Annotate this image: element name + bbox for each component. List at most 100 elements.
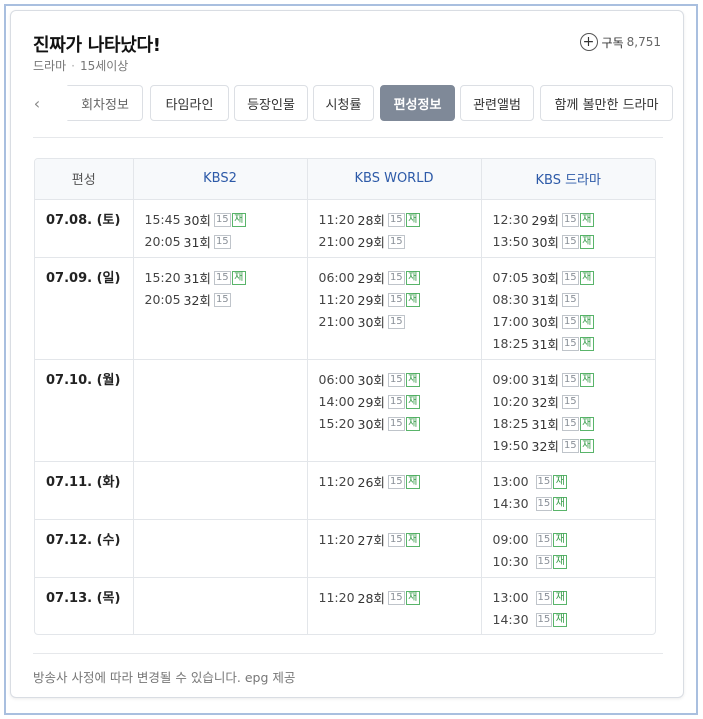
tab-ratings[interactable]: 시청률: [313, 85, 374, 121]
chevron-left-icon[interactable]: ‹: [29, 85, 45, 121]
broadcast-slot[interactable]: 13:50 30회 15 재: [493, 231, 656, 253]
age-rating-badge: 15: [535, 612, 553, 627]
broadcast-slot[interactable]: 12:30 29회 15 재: [493, 209, 656, 231]
broadcast-slot[interactable]: 09:00 15 재: [493, 529, 656, 551]
broadcast-slot[interactable]: 14:30 15 재: [493, 609, 656, 631]
program-card: 진짜가 나타났다! 드라마 · 15세이상 + 구독 8,751 ‹ 회차정보 타임…: [10, 10, 684, 698]
broadcast-slot[interactable]: 09:00 31회 15 재: [493, 369, 656, 391]
tab-timeline[interactable]: 타임라인: [150, 85, 229, 121]
broadcast-slot[interactable]: 15:20 30회 15 재: [319, 413, 481, 435]
tab-cast[interactable]: 등장인물: [234, 85, 308, 121]
broadcast-slot[interactable]: 18:25 31회 15 재: [493, 413, 656, 435]
schedule-cell: 06:00 30회 15 재 14:00 29회 15 재 15:20 30회 15 재: [306, 358, 481, 461]
tab-albums[interactable]: 관련앨범: [460, 85, 534, 121]
broadcast-slot[interactable]: 11:20 26회 15 재: [319, 471, 481, 493]
episode-number: 31회: [531, 373, 559, 388]
broadcast-slot[interactable]: 20:05 32회 15: [145, 289, 307, 311]
schedule-cell: 06:00 29회 15 재 11:20 29회 15 재 21:00 30회 15: [306, 256, 481, 359]
age-rating-badge: 15: [535, 590, 553, 605]
tab-episode-info[interactable]: 회차정보: [67, 85, 143, 121]
broadcast-slot[interactable]: 19:50 32회 15 재: [493, 435, 656, 457]
schedule-cell: 11:20 27회 15 재: [306, 518, 481, 577]
schedule-date: 07.08. (토): [35, 198, 133, 257]
broadcast-time: 19:50: [492, 438, 529, 453]
schedule-cell: 09:00 31회 15 재 10:20 32회 15 18:25 31회 15 재 19:50 32회…: [480, 358, 656, 461]
broadcast-time: 14:30: [492, 496, 529, 511]
broadcast-time: 09:00: [492, 372, 529, 387]
tab-schedule[interactable]: 편성정보: [380, 85, 455, 121]
broadcast-slot[interactable]: 15:45 30회 15 재: [145, 209, 307, 231]
broadcast-slot[interactable]: 14:00 29회 15 재: [319, 391, 481, 413]
broadcast-slot[interactable]: 10:30 15 재: [493, 551, 656, 573]
age-rating-badge: 15: [387, 532, 405, 547]
broadcast-slot[interactable]: 14:30 15 재: [493, 493, 656, 515]
age-rating-badge: 15: [387, 416, 405, 431]
rerun-badge: 재: [553, 474, 568, 489]
schedule-row: 07.11. (화) 11:20 26회 15 재 13:00 15 재 14:30 15 재: [35, 460, 656, 519]
age-rating-badge: 15: [561, 212, 579, 227]
broadcast-time: 13:50: [492, 234, 529, 249]
broadcast-slot[interactable]: 21:00 30회 15: [319, 311, 481, 333]
page-title: 진짜가 나타났다!: [33, 35, 161, 56]
broadcast-slot[interactable]: 11:20 28회 15 재: [319, 209, 481, 231]
broadcast-slot[interactable]: 07:05 30회 15 재: [493, 267, 656, 289]
channel-header-kbs-world: KBS WORLD: [306, 159, 481, 200]
broadcast-time: 20:05: [144, 292, 181, 307]
schedule-header-row: 편성 KBS2 KBS WORLD KBS 드라마: [35, 159, 655, 200]
broadcast-slot[interactable]: 20:05 31회 15: [145, 231, 307, 253]
subscribe-label: 구독: [601, 35, 624, 50]
broadcast-time: 06:00: [318, 372, 355, 387]
broadcast-slot[interactable]: 13:00 15 재: [493, 471, 656, 493]
broadcast-slot[interactable]: 08:30 31회 15: [493, 289, 656, 311]
broadcast-slot[interactable]: 13:00 15 재: [493, 587, 656, 609]
broadcast-slot[interactable]: 11:20 28회 15 재: [319, 587, 481, 609]
schedule-header-label: 편성: [35, 159, 133, 200]
broadcast-slot[interactable]: 11:20 27회 15 재: [319, 529, 481, 551]
rerun-badge: 재: [553, 590, 568, 605]
schedule-cell: [132, 358, 307, 461]
broadcast-slot[interactable]: 11:20 29회 15 재: [319, 289, 481, 311]
divider: [33, 137, 663, 138]
schedule-row: 07.09. (일) 15:20 31회 15 재 20:05 32회 15 06:00 29회 1…: [35, 256, 656, 359]
divider: [33, 653, 663, 654]
channel-header-kbs-drama: KBS 드라마: [480, 159, 655, 200]
broadcast-slot[interactable]: 17:00 30회 15 재: [493, 311, 656, 333]
genre-label: 드라마: [33, 59, 67, 73]
subscribe-button[interactable]: + 구독 8,751: [579, 33, 661, 51]
age-rating-badge: 15: [387, 212, 405, 227]
schedule-cell: 09:00 15 재 10:30 15 재: [480, 518, 656, 577]
broadcast-slot[interactable]: 06:00 29회 15 재: [319, 267, 481, 289]
schedule-cell: 13:00 15 재 14:30 15 재: [480, 460, 656, 519]
broadcast-time: 11:20: [318, 590, 355, 605]
schedule-cell: [132, 460, 307, 519]
schedule-cell: 11:20 26회 15 재: [306, 460, 481, 519]
broadcast-slot[interactable]: 06:00 30회 15 재: [319, 369, 481, 391]
age-rating-badge: 15: [213, 270, 231, 285]
rerun-badge: 재: [579, 416, 594, 431]
rerun-badge: 재: [579, 372, 594, 387]
broadcast-time: 18:25: [492, 336, 529, 351]
rerun-badge: 재: [405, 532, 420, 547]
age-rating-badge: 15: [387, 234, 405, 249]
age-rating-badge: 15: [561, 292, 579, 307]
broadcast-slot[interactable]: 10:20 32회 15: [493, 391, 656, 413]
age-rating-badge: 15: [213, 234, 231, 249]
broadcast-slot[interactable]: 21:00 29회 15: [319, 231, 481, 253]
broadcast-time: 15:20: [318, 416, 355, 431]
schedule-date: 07.13. (목): [35, 576, 133, 634]
schedule-table: 편성 KBS2 KBS WORLD KBS 드라마 07.08. (토) 15:4…: [34, 158, 656, 635]
program-meta: 드라마 · 15세이상: [33, 57, 128, 74]
age-rating-badge: 15: [213, 212, 231, 227]
broadcast-slot[interactable]: 18:25 31회 15 재: [493, 333, 656, 355]
broadcast-time: 18:25: [492, 416, 529, 431]
rerun-badge: 재: [231, 212, 246, 227]
broadcast-time: 20:05: [144, 234, 181, 249]
schedule-row: 07.08. (토) 15:45 30회 15 재 20:05 31회 15 11:20 28회 1…: [35, 198, 656, 257]
rerun-badge: 재: [405, 270, 420, 285]
rerun-badge: 재: [579, 336, 594, 351]
broadcast-slot[interactable]: 15:20 31회 15 재: [145, 267, 307, 289]
episode-number: 30회: [183, 213, 211, 228]
episode-number: 27회: [357, 533, 385, 548]
age-rating-badge: 15: [561, 394, 579, 409]
tab-recommended[interactable]: 함께 볼만한 드라마: [540, 85, 673, 121]
